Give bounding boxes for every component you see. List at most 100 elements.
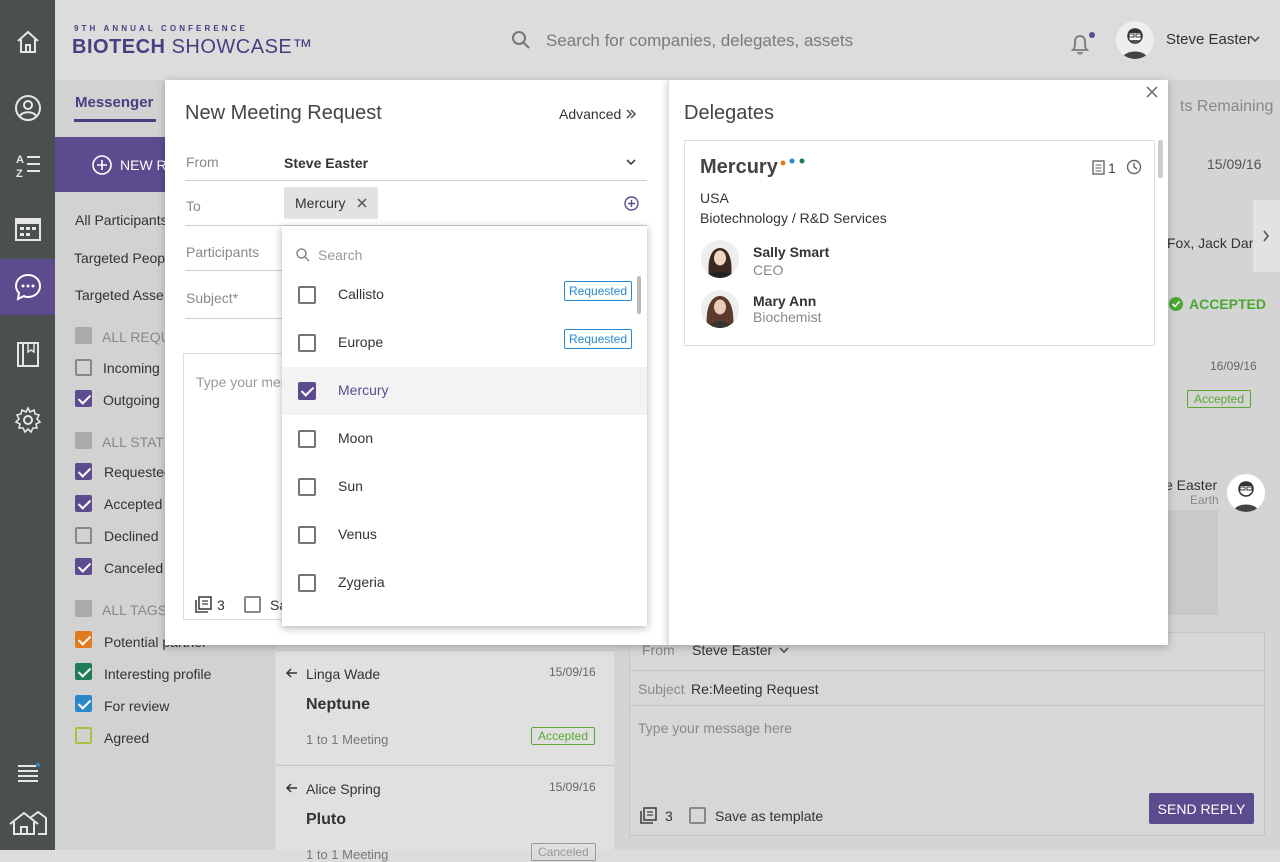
item-checkbox[interactable] xyxy=(298,430,316,448)
messenger-icon[interactable] xyxy=(0,259,55,315)
global-search-input[interactable]: Search for companies, delegates, assets xyxy=(546,31,853,51)
sidebar: AZ xyxy=(0,0,55,850)
list-item[interactable]: Alice Spring 15/09/16 Pluto 1 to 1 Meeti… xyxy=(276,765,614,862)
item-checkbox[interactable] xyxy=(298,334,316,352)
recipient-dropdown: Search Callisto Requested Europe Request… xyxy=(282,226,647,626)
book-icon[interactable] xyxy=(0,326,55,382)
item-checkbox[interactable] xyxy=(298,478,316,496)
all-statuses-checkbox[interactable] xyxy=(75,432,92,449)
bg-sender-sub: Earth xyxy=(1190,493,1219,507)
calendar-icon[interactable] xyxy=(0,201,55,257)
logo-subtitle: 9TH ANNUAL CONFERENCE xyxy=(74,24,248,33)
reply-message-input[interactable]: Type your message here xyxy=(638,720,792,736)
delegate-avatar xyxy=(701,240,739,278)
tag-for-review-checkbox[interactable] xyxy=(75,695,92,712)
tag-for-review-label: For review xyxy=(104,698,170,714)
bell-icon[interactable] xyxy=(1069,32,1095,56)
tab-messenger[interactable]: Messenger xyxy=(75,94,153,111)
delegate-avatar xyxy=(701,290,739,328)
next-arrow-button[interactable] xyxy=(1253,200,1280,272)
settings-icon[interactable] xyxy=(0,392,55,448)
save-template-checkbox[interactable] xyxy=(689,807,706,824)
outgoing-checkbox[interactable] xyxy=(75,390,92,407)
item-label: Zygeria xyxy=(338,574,385,590)
dropdown-item[interactable]: Venus xyxy=(282,511,647,559)
declined-checkbox[interactable] xyxy=(75,527,92,544)
card-date: 15/09/16 xyxy=(549,780,596,794)
advanced-link[interactable]: Advanced xyxy=(559,106,621,122)
filter-targeted-people[interactable]: Targeted Peop xyxy=(74,250,165,266)
dropdown-item[interactable]: Europe Requested xyxy=(282,319,647,367)
tag-interesting-profile-checkbox[interactable] xyxy=(75,663,92,680)
tag-potential-partner-checkbox[interactable] xyxy=(75,631,92,648)
dropdown-item[interactable]: Zygeria xyxy=(282,559,647,607)
attachment-count: 3 xyxy=(217,597,225,613)
item-checkbox[interactable] xyxy=(298,526,316,544)
accepted-status: ACCEPTED xyxy=(1189,296,1267,312)
double-chevron-right-icon[interactable] xyxy=(626,109,636,119)
chevron-down-icon[interactable] xyxy=(1250,35,1260,43)
chevron-down-icon[interactable] xyxy=(626,158,636,166)
dropdown-item[interactable]: Sun xyxy=(282,463,647,511)
bg-message-bubble xyxy=(1160,510,1218,615)
company-industry: Biotechnology / R&D Services xyxy=(700,210,887,226)
send-reply-button[interactable]: SEND REPLY xyxy=(1149,793,1254,824)
logo-bold: BIOTECH xyxy=(72,36,166,58)
home-icon[interactable] xyxy=(0,14,55,70)
dropdown-item[interactable]: Callisto Requested xyxy=(282,271,647,319)
card-title: Pluto xyxy=(306,811,346,828)
card-status-badge: Canceled xyxy=(531,843,596,861)
close-icon[interactable] xyxy=(357,198,367,208)
from-select[interactable]: Steve Easter xyxy=(284,155,368,171)
company-name: Mercury xyxy=(700,156,778,178)
item-checkbox[interactable] xyxy=(298,382,316,400)
add-circle-icon[interactable] xyxy=(624,196,639,211)
canceled-checkbox[interactable] xyxy=(75,558,92,575)
filter-all-participants[interactable]: All Participants xyxy=(75,212,168,228)
item-checkbox[interactable] xyxy=(298,286,316,304)
dropdown-item[interactable]: Moon xyxy=(282,415,647,463)
item-checkbox[interactable] xyxy=(298,574,316,592)
save-template-checkbox[interactable] xyxy=(244,596,261,613)
document-icon[interactable] xyxy=(1092,160,1105,175)
reply-subject-input[interactable]: Re:Meeting Request xyxy=(691,681,819,697)
from-label: From xyxy=(186,154,219,170)
accepted-checkbox[interactable] xyxy=(75,495,92,512)
logo: BIOTECH SHOWCASE™ xyxy=(72,36,313,59)
requested-badge: Requested xyxy=(564,329,633,349)
dropdown-search-input[interactable]: Search xyxy=(318,247,362,263)
message-input[interactable]: Type your mes xyxy=(196,374,288,390)
bg-participants: Fox, Jack Dan xyxy=(1167,235,1257,251)
close-icon[interactable] xyxy=(1146,86,1158,98)
clock-icon[interactable] xyxy=(1126,159,1142,175)
user-name[interactable]: Steve Easter xyxy=(1166,31,1252,48)
delegates-title: Delegates xyxy=(684,102,775,124)
reply-subject-label: Subject xyxy=(638,681,685,697)
all-requests-checkbox[interactable] xyxy=(75,327,92,344)
tag-agreed-checkbox[interactable] xyxy=(75,727,92,744)
all-tags-checkbox[interactable] xyxy=(75,600,92,617)
chevron-down-icon[interactable] xyxy=(779,646,789,654)
attachments-icon[interactable] xyxy=(640,807,657,824)
user-avatar[interactable] xyxy=(1116,21,1154,59)
attachments-icon[interactable] xyxy=(195,596,212,613)
filter-targeted-assets[interactable]: Targeted Asse xyxy=(75,287,164,303)
arrow-left-icon xyxy=(286,668,298,678)
requested-checkbox[interactable] xyxy=(75,463,92,480)
delegate-name[interactable]: Mary Ann xyxy=(753,293,816,309)
az-list-icon[interactable]: AZ xyxy=(0,137,55,193)
dropdown-item[interactable]: Mercury xyxy=(282,367,647,415)
list-icon[interactable] xyxy=(0,745,55,801)
incoming-checkbox[interactable] xyxy=(75,359,92,376)
item-label: Europe xyxy=(338,334,384,350)
delegate-name[interactable]: Sally Smart xyxy=(753,244,829,260)
list-item[interactable]: Linga Wade 15/09/16 Neptune 1 to 1 Meeti… xyxy=(276,650,614,764)
bg-accepted-badge: Accepted xyxy=(1187,390,1252,408)
svg-text:Z: Z xyxy=(16,168,23,179)
svg-text:A: A xyxy=(16,154,24,166)
profile-icon[interactable] xyxy=(0,80,55,136)
delegates-scrollbar[interactable] xyxy=(1158,140,1163,178)
message-box[interactable] xyxy=(183,353,283,620)
house-icon[interactable] xyxy=(0,795,55,851)
logo-thin: SHOWCASE™ xyxy=(171,36,313,58)
